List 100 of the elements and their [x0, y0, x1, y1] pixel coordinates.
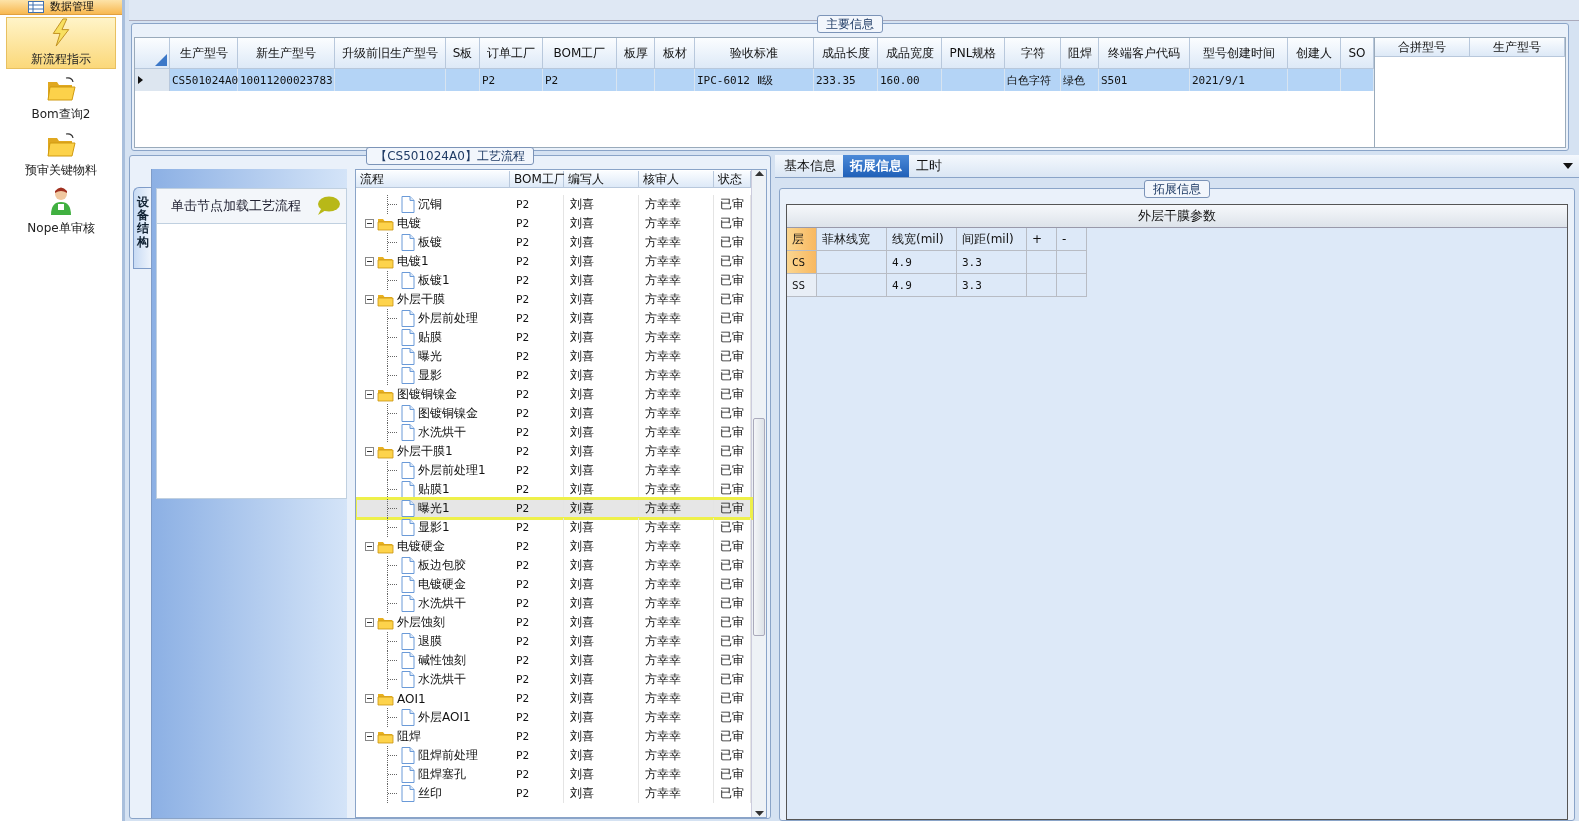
- table-cell: 10011200023783: [238, 69, 335, 91]
- collapse-icon[interactable]: [365, 295, 374, 304]
- column-header[interactable]: 阻焊: [1061, 38, 1099, 69]
- tree-row[interactable]: 显影 P2 刘喜 方幸幸 已审: [356, 366, 751, 385]
- table-cell: [655, 69, 695, 91]
- column-header[interactable]: 板厚: [617, 38, 655, 69]
- column-header[interactable]: S板: [446, 38, 480, 69]
- table-cell: 刘喜: [564, 309, 639, 328]
- tree-row[interactable]: 沉铜 P2 刘喜 方幸幸 已审: [356, 195, 751, 214]
- scroll-down-icon[interactable]: [754, 809, 764, 817]
- table-cell: 方幸幸: [639, 442, 714, 461]
- column-header[interactable]: BOM工厂: [543, 38, 617, 69]
- tab[interactable]: 工时: [909, 155, 949, 177]
- column-header[interactable]: 间距(mil): [957, 228, 1027, 251]
- column-header[interactable]: 线宽(mil): [887, 228, 957, 251]
- tree-row[interactable]: 图镀铜镍金 P2 刘喜 方幸幸 已审: [356, 385, 751, 404]
- table-cell: [817, 274, 887, 297]
- tree-row[interactable]: 图镀铜镍金 P2 刘喜 方幸幸 已审: [356, 404, 751, 423]
- sidebar-item[interactable]: 预审关键物料: [6, 129, 116, 181]
- sidebar-header[interactable]: 数据管理: [0, 0, 122, 15]
- column-header[interactable]: 核审人: [639, 171, 714, 188]
- tree-row[interactable]: 碱性蚀刻 P2 刘喜 方幸幸 已审: [356, 651, 751, 670]
- tree-row[interactable]: 阻焊 P2 刘喜 方幸幸 已审: [356, 727, 751, 746]
- collapse-icon[interactable]: [365, 618, 374, 627]
- column-header[interactable]: 层: [787, 228, 817, 251]
- column-header[interactable]: 新生产型号: [238, 38, 335, 69]
- column-header[interactable]: -: [1057, 228, 1087, 251]
- column-header[interactable]: 验收标准: [695, 38, 814, 69]
- tree-row[interactable]: 外层前处理 P2 刘喜 方幸幸 已审: [356, 309, 751, 328]
- table-cell: P2: [510, 746, 564, 765]
- column-header[interactable]: 终端客户代码: [1099, 38, 1190, 69]
- table-cell: 刘喜: [564, 613, 639, 632]
- tree-row[interactable]: 电镀1 P2 刘喜 方幸幸 已审: [356, 252, 751, 271]
- column-header[interactable]: 状态: [714, 171, 751, 188]
- tree-row[interactable]: 阻焊前处理 P2 刘喜 方幸幸 已审: [356, 746, 751, 765]
- tree-row[interactable]: 曝光1 P2 刘喜 方幸幸 已审: [356, 499, 751, 518]
- tab[interactable]: 基本信息: [777, 155, 843, 177]
- column-header[interactable]: 成品宽度: [878, 38, 942, 69]
- tree-row[interactable]: 曝光 P2 刘喜 方幸幸 已审: [356, 347, 751, 366]
- tree-row[interactable]: 阻焊塞孔 P2 刘喜 方幸幸 已审: [356, 765, 751, 784]
- tree-row[interactable]: 电镀硬金 P2 刘喜 方幸幸 已审: [356, 537, 751, 556]
- tree-row[interactable]: 外层蚀刻 P2 刘喜 方幸幸 已审: [356, 613, 751, 632]
- column-header[interactable]: 生产型号: [1470, 38, 1565, 57]
- side-tab[interactable]: 设备结构: [133, 187, 151, 269]
- tree-row[interactable]: 退膜 P2 刘喜 方幸幸 已审: [356, 632, 751, 651]
- file-icon: [401, 272, 415, 289]
- tree-row[interactable]: AOI1 P2 刘喜 方幸幸 已审: [356, 689, 751, 708]
- column-header[interactable]: PNL规格: [942, 38, 1005, 69]
- table-cell: 方幸幸: [639, 746, 714, 765]
- tree-row[interactable]: 电镀 P2 刘喜 方幸幸 已审: [356, 214, 751, 233]
- tree-row[interactable]: 板镀1 P2 刘喜 方幸幸 已审: [356, 271, 751, 290]
- tree-row[interactable]: 显影1 P2 刘喜 方幸幸 已审: [356, 518, 751, 537]
- speech-bubble-icon: [316, 196, 340, 216]
- sidebar-item[interactable]: Nope单审核: [6, 185, 116, 237]
- column-header[interactable]: 字符: [1005, 38, 1061, 69]
- tab[interactable]: 拓展信息: [843, 155, 909, 177]
- tree-row[interactable]: 水洗烘干 P2 刘喜 方幸幸 已审: [356, 594, 751, 613]
- dropdown-arrow-icon[interactable]: [1563, 163, 1573, 169]
- collapse-icon[interactable]: [365, 732, 374, 741]
- column-header[interactable]: 流程: [356, 171, 510, 188]
- column-header[interactable]: 合拼型号: [1375, 38, 1470, 57]
- column-header[interactable]: 型号创建时间: [1190, 38, 1288, 69]
- row-header[interactable]: [135, 69, 170, 91]
- collapse-icon[interactable]: [365, 390, 374, 399]
- collapse-icon[interactable]: [365, 219, 374, 228]
- column-header[interactable]: 编写人: [564, 171, 639, 188]
- tree-row[interactable]: 电镀硬金 P2 刘喜 方幸幸 已审: [356, 575, 751, 594]
- tree-row[interactable]: 板边包胶 P2 刘喜 方幸幸 已审: [356, 556, 751, 575]
- column-header[interactable]: SO: [1341, 38, 1374, 69]
- tree-row[interactable]: 外层AOI1 P2 刘喜 方幸幸 已审: [356, 708, 751, 727]
- tree-row[interactable]: 外层干膜 P2 刘喜 方幸幸 已审: [356, 290, 751, 309]
- column-header[interactable]: 板材: [655, 38, 695, 69]
- scrollbar[interactable]: [751, 170, 766, 817]
- tree-row[interactable]: 板镀 P2 刘喜 方幸幸 已审: [356, 233, 751, 252]
- table-cell: 方幸幸: [639, 727, 714, 746]
- tree-row[interactable]: 外层前处理1 P2 刘喜 方幸幸 已审: [356, 461, 751, 480]
- tree-row[interactable]: 贴膜 P2 刘喜 方幸幸 已审: [356, 328, 751, 347]
- collapse-icon[interactable]: [365, 447, 374, 456]
- sidebar-item[interactable]: Bom查询2: [6, 73, 116, 125]
- tree-row[interactable]: 水洗烘干 P2 刘喜 方幸幸 已审: [356, 670, 751, 689]
- column-header[interactable]: 生产型号: [170, 38, 238, 69]
- collapse-icon[interactable]: [365, 257, 374, 266]
- column-header[interactable]: +: [1027, 228, 1057, 251]
- file-icon: [401, 424, 415, 441]
- column-header[interactable]: 升级前旧生产型号: [335, 38, 446, 69]
- sidebar-item[interactable]: 新流程指示: [6, 17, 116, 69]
- collapse-icon[interactable]: [365, 542, 374, 551]
- column-header[interactable]: 订单工厂: [480, 38, 543, 69]
- table-cell: 4.9: [887, 251, 957, 274]
- column-header[interactable]: 菲林线宽: [817, 228, 887, 251]
- scroll-up-icon[interactable]: [754, 170, 764, 178]
- node-label: 贴膜1: [418, 481, 450, 498]
- column-header[interactable]: 成品长度: [814, 38, 878, 69]
- table-cell: P2: [510, 347, 564, 366]
- node-label: 退膜: [418, 633, 442, 650]
- collapse-icon[interactable]: [365, 694, 374, 703]
- tree-row[interactable]: 外层干膜1 P2 刘喜 方幸幸 已审: [356, 442, 751, 461]
- column-header[interactable]: 创建人: [1288, 38, 1341, 69]
- tree-row[interactable]: 丝印 P2 刘喜 方幸幸 已审: [356, 784, 751, 803]
- tree-row[interactable]: 水洗烘干 P2 刘喜 方幸幸 已审: [356, 423, 751, 442]
